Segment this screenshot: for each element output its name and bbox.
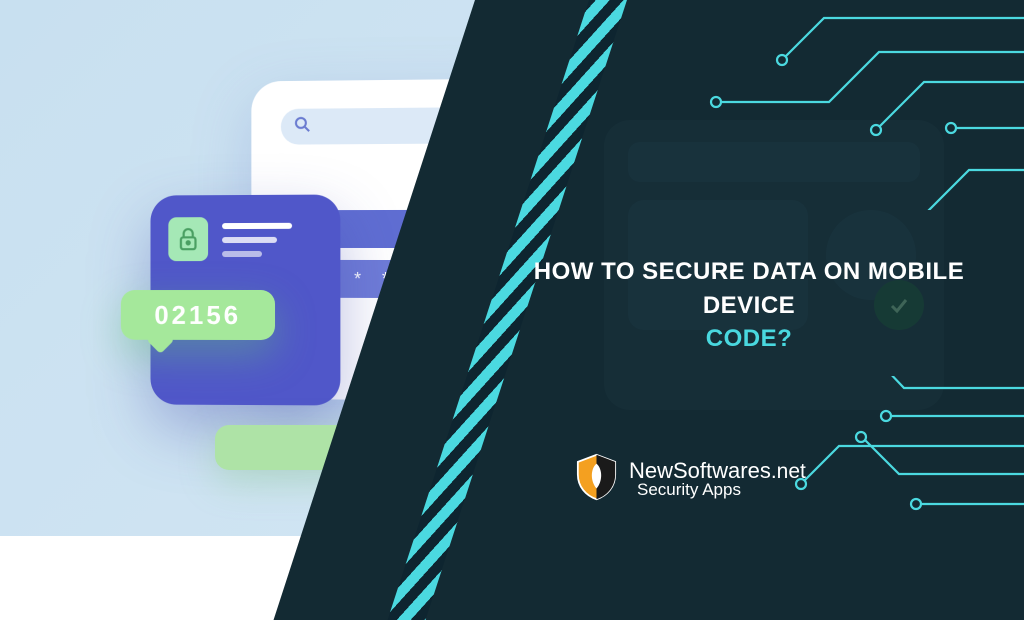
headline-line-2: CODE? xyxy=(514,322,984,356)
circuit-lines-top xyxy=(624,10,1024,210)
brand-tld: .net xyxy=(771,460,806,483)
lock-icon xyxy=(168,217,208,261)
otp-bubble: 02156 xyxy=(121,290,275,340)
card-text-lines xyxy=(222,223,292,265)
brand-logo: NewSoftwares.net Security Apps xyxy=(574,453,806,506)
headline-text: HOW TO SECURE DATA ON MOBILE DEVICE CODE… xyxy=(514,255,984,356)
auth-card: 02156 xyxy=(151,195,341,406)
headline-line-1: HOW TO SECURE DATA ON MOBILE DEVICE xyxy=(514,255,984,322)
otp-code: 02156 xyxy=(154,300,241,331)
brand-tagline: Security Apps xyxy=(629,481,806,500)
banner-canvas: * * * * * * * 02156 xyxy=(0,0,1024,536)
search-icon xyxy=(293,114,313,139)
right-content: HOW TO SECURE DATA ON MOBILE DEVICE CODE… xyxy=(464,0,1024,536)
brand-text: NewSoftwares.net Security Apps xyxy=(629,459,806,500)
shield-icon xyxy=(574,453,619,506)
